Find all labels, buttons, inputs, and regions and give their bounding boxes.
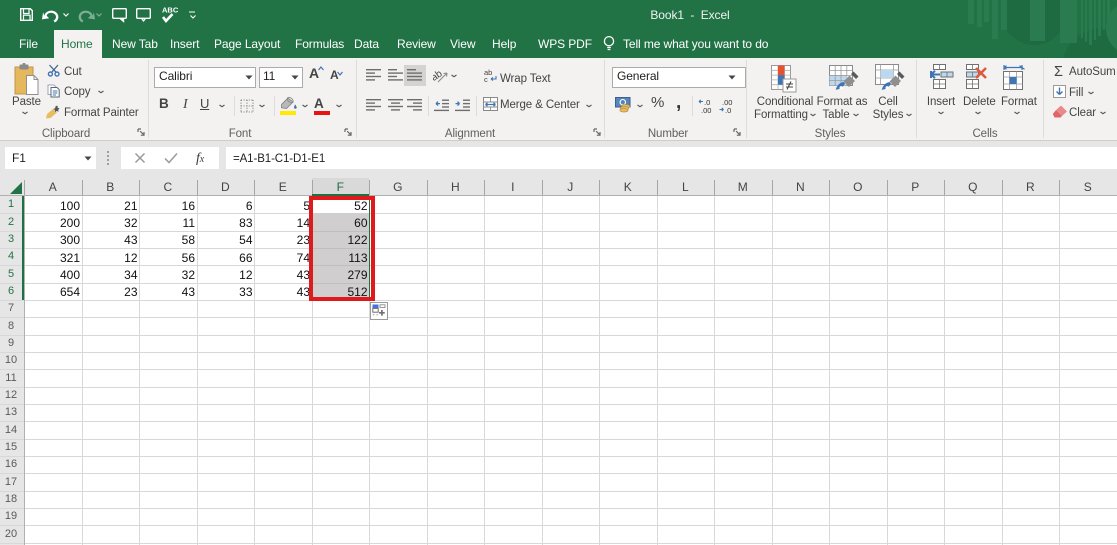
svg-text:.00: .00 [701, 106, 711, 114]
svg-text:c: c [484, 75, 488, 84]
svg-text:ABC: ABC [162, 6, 179, 15]
svg-text:.0: .0 [725, 106, 731, 114]
